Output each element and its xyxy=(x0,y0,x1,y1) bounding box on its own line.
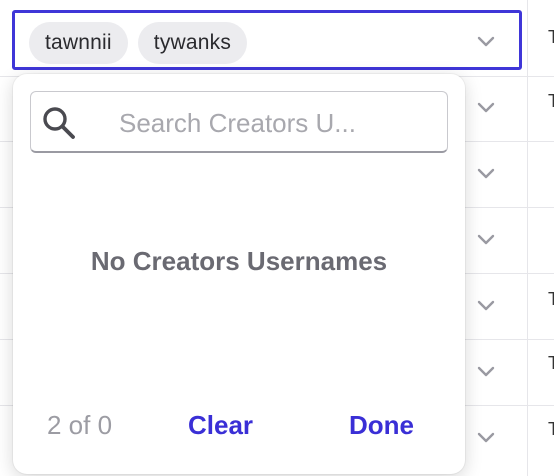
chip-label: tywanks xyxy=(153,31,232,54)
cell-text-fragment: T xyxy=(548,289,554,309)
selected-chip[interactable]: tywanks xyxy=(137,22,248,64)
chip-label: tawnnii xyxy=(45,31,112,54)
chevron-down-icon[interactable] xyxy=(474,162,498,186)
cell-text-fragment: T xyxy=(548,91,554,111)
selection-count: 2 of 0 xyxy=(47,410,113,440)
dropdown-footer: 2 of 0 Clear Done xyxy=(13,410,465,446)
select-dropdown: No Creators Usernames 2 of 0 Clear Done xyxy=(13,74,465,474)
chevron-down-icon[interactable] xyxy=(474,228,498,252)
clear-button[interactable]: Clear xyxy=(188,410,253,441)
search-icon xyxy=(41,105,77,141)
chevron-down-icon[interactable] xyxy=(474,426,498,450)
chevron-down-icon[interactable] xyxy=(474,30,498,54)
search-input[interactable] xyxy=(117,104,441,142)
done-button[interactable]: Done xyxy=(349,410,414,441)
empty-state-message: No Creators Usernames xyxy=(90,246,388,276)
cell-text-fragment: T xyxy=(548,353,554,373)
cell-text-fragment: T xyxy=(548,27,554,47)
chevron-down-icon[interactable] xyxy=(474,96,498,120)
chevron-down-icon[interactable] xyxy=(474,360,498,384)
selected-chips: tawnnii tywanks xyxy=(29,22,248,64)
selected-chip[interactable]: tawnnii xyxy=(29,22,128,64)
creators-usernames-select[interactable]: tawnnii tywanks xyxy=(12,10,522,70)
chevron-down-icon[interactable] xyxy=(474,294,498,318)
cell-text-fragment: T xyxy=(548,419,554,439)
search-field[interactable] xyxy=(30,91,448,153)
